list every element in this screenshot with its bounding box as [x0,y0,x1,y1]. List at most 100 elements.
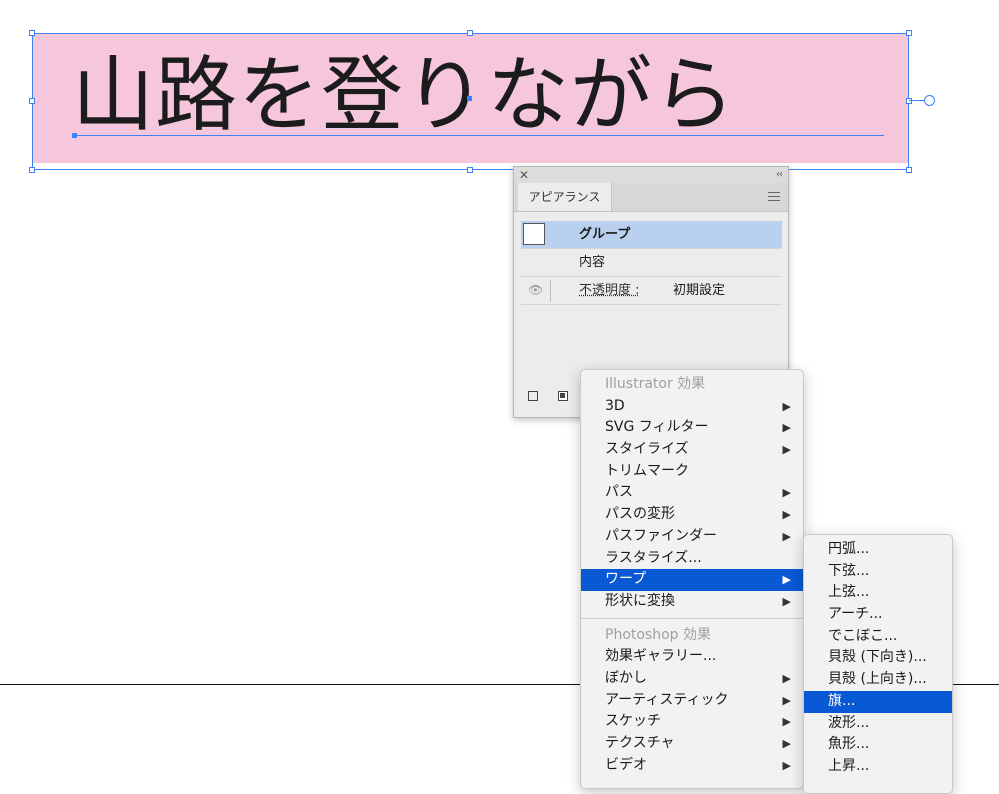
menu-item-label: パス [605,484,633,501]
submenu-arrow-icon: ▶ [782,573,791,587]
effect-menu: Illustrator 効果 3D ▶ SVG フィルター ▶ スタイライズ ▶ トリムマー… [580,369,804,789]
menu-item-label: 貝殻 (下向き)... [828,649,927,666]
menu-item-label: 形状に変換 [605,592,675,609]
menu-item[interactable]: 効果ギャラリー... [581,646,803,668]
menu-item-label: ラスタライズ... [605,549,702,566]
menu-item[interactable]: スケッチ ▶ [581,711,803,733]
menu-item-label: 下弦... [828,562,870,579]
menu-item-label: 貝殻 (上向き)... [828,671,927,688]
opacity-value: 初期設定 [673,283,726,298]
resize-handle-top-left[interactable] [29,30,35,36]
resize-handle-top[interactable] [467,30,473,36]
menu-item[interactable]: アーティスティック ▶ [581,690,803,712]
menu-item[interactable]: テクスチャ ▶ [581,733,803,755]
menu-item[interactable]: 貝殻 (下向き)... [804,647,952,669]
menu-item[interactable]: パスの変形 ▶ [581,504,803,526]
submenu-arrow-icon: ▶ [782,671,791,685]
submenu-arrow-icon: ▶ [782,399,791,413]
visibility-eye-icon[interactable]: 👁 [528,277,543,304]
text-out-port[interactable] [924,95,935,106]
menu-item[interactable]: 波形... [804,713,952,735]
menu-item-label: 波形... [828,714,870,731]
menu-item[interactable]: 貝殻 (上向き)... [804,669,952,691]
menu-item-label: パスの変形 [605,506,675,523]
menu-item[interactable]: 下弦... [804,561,952,583]
resize-handle-top-right[interactable] [906,30,912,36]
warp-submenu: 円弧... 下弦... 上弦... アーチ... でこぼこ... 貝殻 (下向き)... 貝… [803,534,953,794]
panel-menu-icon[interactable] [768,192,780,202]
menu-item-label: アーチ... [828,606,883,623]
add-new-stroke-icon[interactable] [528,391,538,401]
baseline-anchor-point[interactable] [72,133,77,138]
menu-item[interactable]: パスファインダー ▶ [581,526,803,548]
out-port-connector [909,100,925,101]
menu-item[interactable]: 3D ▶ [581,396,803,418]
close-icon[interactable]: ✕ [519,167,529,183]
appearance-row-contents[interactable]: 内容 [521,249,782,277]
menu-item[interactable]: 上弦... [804,582,952,604]
resize-handle-bottom-left[interactable] [29,167,35,173]
menu-item-label: ワープ [605,571,647,588]
submenu-arrow-icon: ▶ [782,715,791,729]
submenu-arrow-icon: ▶ [782,693,791,707]
menu-section-header-photoshop: Photoshop 効果 [605,626,712,643]
submenu-arrow-icon: ▶ [782,594,791,608]
menu-item-label: 上弦... [828,584,870,601]
contents-label: 内容 [579,255,606,270]
menu-item[interactable]: パス ▶ [581,482,803,504]
collapse-icon[interactable]: ‹‹ [776,167,783,183]
menu-item-label: でこぼこ... [828,627,898,644]
resize-handle-right[interactable] [906,98,912,104]
menu-item[interactable]: ワープ ▶ [581,569,803,591]
opacity-label[interactable]: 不透明度 : [579,277,640,304]
menu-section-header-illustrator: Illustrator 効果 [605,376,706,392]
menu-item-label: ぼかし [605,669,647,686]
submenu-arrow-icon: ▶ [782,758,791,772]
resize-handle-bottom-right[interactable] [906,167,912,173]
panel-titlebar[interactable]: ✕ ‹‹ [514,167,788,184]
menu-item-label: ビデオ [605,756,647,773]
menu-item-label: スタイライズ [605,441,689,458]
menu-item[interactable]: トリムマーク [581,461,803,483]
menu-item[interactable]: ビデオ ▶ [581,755,803,777]
menu-item-label: スケッチ [605,713,661,730]
menu-item-label: パスファインダー [605,527,717,544]
menu-item-label: 3D [605,397,625,414]
group-thumbnail [523,223,545,245]
appearance-row-group[interactable]: グループ [521,221,782,249]
add-new-fill-icon[interactable] [558,391,568,401]
group-label: グループ [579,227,631,242]
menu-item[interactable]: でこぼこ... [804,626,952,648]
submenu-arrow-icon: ▶ [782,443,791,457]
menu-item[interactable]: SVG フィルター ▶ [581,417,803,439]
menu-item[interactable]: スタイライズ ▶ [581,439,803,461]
menu-item[interactable]: 形状に変換 ▶ [581,591,803,613]
menu-item[interactable]: アーチ... [804,604,952,626]
submenu-arrow-icon: ▶ [782,508,791,522]
menu-item-label: 上昇... [828,757,870,774]
menu-item-label: トリムマーク [605,462,689,479]
submenu-arrow-icon: ▶ [782,737,791,750]
menu-item-label: 旗... [828,692,856,709]
menu-item[interactable]: 魚形... [804,734,952,756]
menu-item[interactable]: 上昇... [804,756,952,778]
row-divider [550,280,551,302]
submenu-arrow-icon: ▶ [782,529,791,543]
menu-separator [581,617,803,619]
tab-appearance[interactable]: アピアランス [518,183,612,211]
text-baseline [74,135,884,136]
menu-item[interactable]: 旗... [804,690,952,713]
submenu-arrow-icon: ▶ [782,486,791,500]
menu-item-label: アーティスティック [605,691,729,708]
menu-item[interactable]: 円弧... [804,539,952,561]
panel-tabbar: アピアランス [514,183,788,212]
menu-item-label: SVG フィルター [605,419,709,436]
resize-handle-bottom[interactable] [467,167,473,173]
submenu-arrow-icon: ▶ [782,421,791,435]
center-point [467,96,472,101]
menu-item[interactable]: ぼかし ▶ [581,668,803,690]
appearance-row-opacity[interactable]: 👁 不透明度 : 初期設定 [521,277,782,305]
menu-item-label: テクスチャ [605,735,675,751]
resize-handle-left[interactable] [29,98,35,104]
menu-item[interactable]: ラスタライズ... [581,548,803,570]
